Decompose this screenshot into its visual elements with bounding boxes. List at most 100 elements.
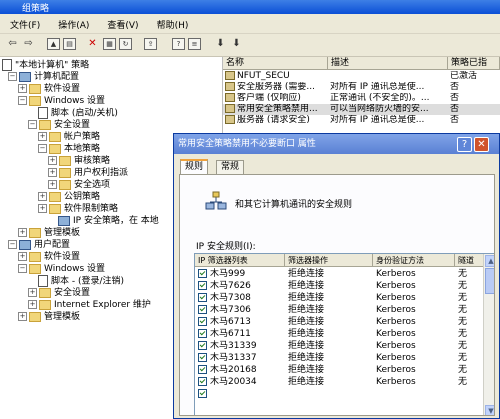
properties-icon[interactable]: ▦: [103, 38, 116, 50]
rule-checkbox[interactable]: [198, 269, 207, 278]
rule-row[interactable]: [195, 388, 485, 400]
rule-checkbox[interactable]: [198, 329, 207, 338]
tree-security-options[interactable]: + 安全选项: [48, 179, 110, 191]
tree-user-config[interactable]: − 用户配置: [8, 239, 70, 251]
tab-general[interactable]: 常规: [216, 160, 245, 174]
rule-row[interactable]: 木马31339 拒绝连接 Kerberos 无: [195, 340, 485, 352]
expand-icon[interactable]: +: [38, 204, 47, 213]
expand-icon[interactable]: +: [38, 132, 47, 141]
rule-checkbox[interactable]: [198, 281, 207, 290]
expand-icon[interactable]: +: [28, 288, 37, 297]
rules-list: IP 筛选器列表 筛选器操作 身份验证方法 隧道 木马999 拒绝连接 Kerb…: [194, 253, 494, 415]
forward-arrow-icon[interactable]: ⇨: [22, 38, 35, 50]
rule-checkbox[interactable]: [198, 353, 207, 362]
expand-icon[interactable]: +: [18, 228, 27, 237]
tree-u-admin-templates[interactable]: + 管理模板: [18, 311, 80, 323]
column-header-assigned[interactable]: 策略已指: [448, 57, 500, 70]
menu-action[interactable]: 操作(A): [58, 18, 89, 31]
back-arrow-icon[interactable]: ⇦: [6, 38, 19, 50]
tree-security-settings[interactable]: − 安全设置: [28, 119, 90, 131]
menu-file[interactable]: 文件(F): [10, 18, 40, 31]
unassign-icon[interactable]: ⬇: [230, 38, 243, 50]
policy-row[interactable]: 服务器 (请求安全) 对所有 IP 通讯总是使... 否: [223, 115, 500, 126]
policy-row[interactable]: 客户端 (仅响应) 正常通讯 (不安全的)。... 否: [223, 93, 500, 104]
expand-icon[interactable]: +: [28, 300, 37, 309]
menu-help[interactable]: 帮助(H): [157, 18, 189, 31]
policy-row[interactable]: 安全服务器 (需要... 对所有 IP 通讯总是使... 否: [223, 82, 500, 93]
collapse-icon[interactable]: −: [38, 144, 47, 153]
rules-scrollbar[interactable]: ▲ ▼: [483, 254, 494, 415]
rule-checkbox[interactable]: [198, 305, 207, 314]
rule-row[interactable]: 木马7626 拒绝连接 Kerberos 无: [195, 280, 485, 292]
tree-u-security-settings[interactable]: + 安全设置: [28, 287, 90, 299]
rule-row[interactable]: 木马31337 拒绝连接 Kerberos 无: [195, 352, 485, 364]
expand-icon[interactable]: +: [48, 180, 57, 189]
window-titlebar[interactable]: 组策略: [0, 0, 500, 14]
collapse-icon[interactable]: −: [18, 96, 27, 105]
tree-audit-policy[interactable]: + 审核策略: [48, 155, 110, 167]
tree-windows-settings[interactable]: − Windows 设置: [18, 95, 105, 107]
rule-row[interactable]: 木马20034 拒绝连接 Kerberos 无: [195, 376, 485, 388]
tree-ip-security[interactable]: IP 安全策略，在 本地: [58, 215, 159, 227]
expand-icon[interactable]: +: [18, 312, 27, 321]
rule-checkbox[interactable]: [198, 365, 207, 374]
rule-checkbox[interactable]: [198, 293, 207, 302]
column-header-name[interactable]: 名称: [223, 57, 328, 70]
rule-row[interactable]: 木马20168 拒绝连接 Kerberos 无: [195, 364, 485, 376]
collapse-icon[interactable]: −: [28, 120, 37, 129]
expand-icon[interactable]: +: [48, 156, 57, 165]
collapse-icon[interactable]: −: [18, 264, 27, 273]
scroll-down-icon[interactable]: ▼: [485, 405, 494, 415]
column-header-tunnel[interactable]: 隧道: [455, 254, 485, 267]
assign-icon[interactable]: ⬇: [214, 38, 227, 50]
rule-checkbox[interactable]: [198, 341, 207, 350]
dialog-titlebar[interactable]: 常用安全策略禁用不必要断口 属性 ? ✕: [174, 134, 499, 154]
column-header-filter[interactable]: IP 筛选器列表: [195, 254, 285, 267]
tree-u-ie-maintenance[interactable]: + Internet Explorer 维护: [28, 299, 151, 311]
tree-scripts-startup[interactable]: 脚本 (启动/关机): [38, 107, 118, 119]
policy-row-selected[interactable]: 常用安全策略禁用... 可以当网络防火墙的安... 否: [223, 104, 500, 115]
rule-row[interactable]: 木马6713 拒绝连接 Kerberos 无: [195, 316, 485, 328]
tree-computer-config[interactable]: − 计算机配置: [8, 71, 79, 83]
show-tree-icon[interactable]: ▤: [63, 38, 76, 50]
rule-row[interactable]: 木马7306 拒绝连接 Kerberos 无: [195, 304, 485, 316]
tree-u-software-settings[interactable]: + 软件设置: [18, 251, 80, 263]
tree-software-restriction[interactable]: + 软件限制策略: [38, 203, 118, 215]
collapse-icon[interactable]: −: [8, 240, 17, 249]
policy-row[interactable]: NFUT_SECU 已激活: [223, 71, 500, 82]
tree-root[interactable]: "本地计算机" 策略: [2, 59, 89, 71]
tree-u-windows-settings[interactable]: − Windows 设置: [18, 263, 105, 275]
tree-u-scripts-logon[interactable]: 脚本 - (登录/注销): [38, 275, 124, 287]
column-header-description[interactable]: 描述: [328, 57, 448, 70]
tree-admin-templates[interactable]: + 管理模板: [18, 227, 80, 239]
tree-software-settings[interactable]: + 软件设置: [18, 83, 80, 95]
expand-icon[interactable]: +: [18, 252, 27, 261]
scroll-up-icon[interactable]: ▲: [485, 255, 494, 267]
rule-checkbox[interactable]: [198, 377, 207, 386]
rule-row[interactable]: 木马999 拒绝连接 Kerberos 无: [195, 268, 485, 280]
rule-checkbox[interactable]: [198, 389, 207, 398]
column-header-auth[interactable]: 身份验证方法: [373, 254, 455, 267]
scroll-thumb[interactable]: [485, 268, 494, 294]
tree-local-policies[interactable]: − 本地策略: [38, 143, 100, 155]
collapse-icon[interactable]: −: [8, 72, 17, 81]
help-icon[interactable]: ?: [172, 38, 185, 50]
rule-checkbox[interactable]: [198, 317, 207, 326]
rule-row[interactable]: 木马7308 拒绝连接 Kerberos 无: [195, 292, 485, 304]
delete-icon[interactable]: ✕: [86, 38, 99, 50]
expand-icon[interactable]: +: [18, 84, 27, 93]
close-button[interactable]: ✕: [474, 137, 489, 152]
menu-view[interactable]: 查看(V): [107, 18, 138, 31]
tree-public-key[interactable]: + 公钥策略: [38, 191, 100, 203]
column-header-action[interactable]: 筛选器操作: [285, 254, 373, 267]
up-folder-icon[interactable]: ▲: [47, 38, 60, 50]
filter-icon[interactable]: ≡: [188, 38, 201, 50]
rule-row[interactable]: 木马6711 拒绝连接 Kerberos 无: [195, 328, 485, 340]
refresh-icon[interactable]: ↻: [119, 38, 132, 50]
tree-account-policies[interactable]: + 帐户策略: [38, 131, 100, 143]
export-icon[interactable]: ⇪: [144, 38, 157, 50]
help-button[interactable]: ?: [457, 137, 472, 152]
tree-user-rights[interactable]: + 用户权利指派: [48, 167, 128, 179]
expand-icon[interactable]: +: [48, 168, 57, 177]
expand-icon[interactable]: +: [38, 192, 47, 201]
